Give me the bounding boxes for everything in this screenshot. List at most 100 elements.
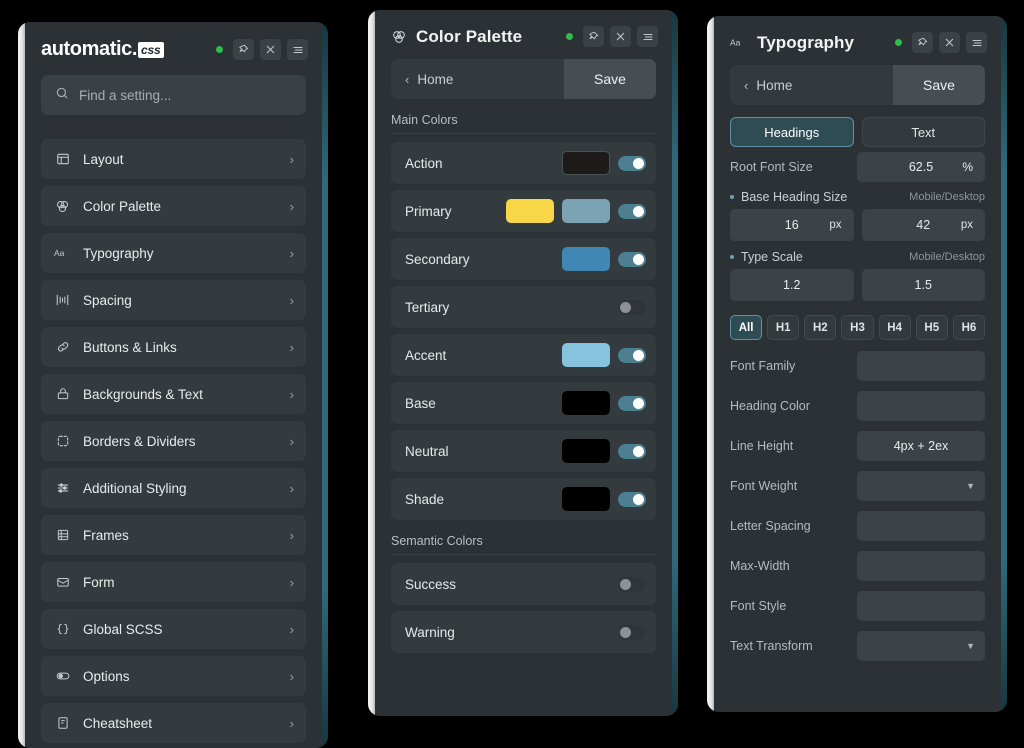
subsection-type-scale: Type Scale Mobile/Desktop bbox=[714, 247, 1001, 267]
color-toggle[interactable] bbox=[618, 251, 646, 267]
sidebar-item-additional-styling[interactable]: Additional Styling › bbox=[41, 468, 306, 508]
menu-icon[interactable] bbox=[287, 39, 308, 60]
color-row-warning[interactable]: Warning bbox=[391, 611, 656, 653]
sidebar-item-global-scss[interactable]: Global SCSS › bbox=[41, 609, 306, 649]
section-label-semantic-colors: Semantic Colors bbox=[391, 534, 483, 548]
save-button[interactable]: Save bbox=[893, 65, 985, 105]
heading-tab-h5[interactable]: H5 bbox=[915, 315, 948, 340]
tab-label: H5 bbox=[924, 321, 940, 334]
color-toggle[interactable] bbox=[618, 624, 646, 640]
chevron-right-icon: › bbox=[289, 574, 294, 590]
braces-icon bbox=[54, 622, 71, 636]
sidebar-item-label: Buttons & Links bbox=[83, 339, 177, 355]
field-label: Letter Spacing bbox=[730, 519, 811, 533]
line-height-input[interactable]: 4px + 2ex bbox=[857, 431, 985, 461]
close-icon[interactable] bbox=[610, 26, 631, 47]
sidebar-item-form[interactable]: Form › bbox=[41, 562, 306, 602]
frames-icon bbox=[54, 528, 71, 542]
color-row-accent[interactable]: Accent bbox=[391, 334, 656, 376]
field-label: Root Font Size bbox=[730, 160, 813, 174]
max-width-input[interactable] bbox=[857, 551, 985, 581]
color-row-tertiary[interactable]: Tertiary bbox=[391, 286, 656, 328]
sidebar-item-buttons-links[interactable]: Buttons & Links › bbox=[41, 327, 306, 367]
color-row-primary[interactable]: Primary bbox=[391, 190, 656, 232]
field-label: Text Transform bbox=[730, 639, 813, 653]
panel-left-edge bbox=[368, 10, 375, 716]
type-scale-desktop-input[interactable]: 1.5 bbox=[861, 269, 985, 301]
color-swatch[interactable] bbox=[562, 487, 610, 511]
search-input[interactable]: Find a setting... bbox=[41, 75, 306, 115]
heading-tab-all[interactable]: All bbox=[730, 315, 763, 340]
heading-tab-h4[interactable]: H4 bbox=[878, 315, 911, 340]
sidebar-item-label: Typography bbox=[83, 245, 154, 261]
color-toggle[interactable] bbox=[618, 347, 646, 363]
save-button[interactable]: Save bbox=[564, 59, 656, 99]
sidebar-item-label: Color Palette bbox=[83, 198, 162, 214]
letter-spacing-input[interactable] bbox=[857, 511, 985, 541]
pin-icon[interactable] bbox=[583, 26, 604, 47]
color-toggle[interactable] bbox=[618, 203, 646, 219]
color-row-base[interactable]: Base bbox=[391, 382, 656, 424]
font-weight-select[interactable]: ▼ bbox=[857, 471, 985, 501]
chevron-right-icon: › bbox=[289, 621, 294, 637]
pin-icon[interactable] bbox=[233, 39, 254, 60]
heading-tab-h1[interactable]: H1 bbox=[767, 315, 800, 340]
sidebar-item-layout[interactable]: Layout › bbox=[41, 139, 306, 179]
sidebar-item-options[interactable]: Options › bbox=[41, 656, 306, 696]
color-toggle[interactable] bbox=[618, 576, 646, 592]
pin-icon[interactable] bbox=[912, 32, 933, 53]
color-swatch[interactable] bbox=[562, 439, 610, 463]
heading-color-input[interactable] bbox=[857, 391, 985, 421]
menu-icon[interactable] bbox=[637, 26, 658, 47]
heading-tab-h2[interactable]: H2 bbox=[804, 315, 837, 340]
root-font-size-input[interactable]: 62.5 % bbox=[857, 152, 985, 182]
base-heading-size-mobile-input[interactable]: 16 px bbox=[730, 209, 854, 241]
sidebar-item-typography[interactable]: Aa Typography › bbox=[41, 233, 306, 273]
color-toggle[interactable] bbox=[618, 491, 646, 507]
sidebar-item-label: Backgrounds & Text bbox=[83, 386, 203, 402]
panel-scrollbar[interactable] bbox=[1001, 16, 1007, 712]
panel-main-menu: automatic. css Find a setting... Layout … bbox=[18, 22, 328, 748]
sidebar-item-cheatsheet[interactable]: Cheatsheet › bbox=[41, 703, 306, 743]
color-swatch-alt[interactable] bbox=[562, 199, 610, 223]
panel-scrollbar[interactable] bbox=[322, 22, 328, 748]
heading-tab-h6[interactable]: H6 bbox=[952, 315, 985, 340]
close-icon[interactable] bbox=[260, 39, 281, 60]
sidebar-item-borders-dividers[interactable]: Borders & Dividers › bbox=[41, 421, 306, 461]
color-swatch[interactable] bbox=[562, 391, 610, 415]
font-style-input[interactable] bbox=[857, 591, 985, 621]
color-swatch[interactable] bbox=[506, 199, 554, 223]
sidebar-item-frames[interactable]: Frames › bbox=[41, 515, 306, 555]
color-toggle[interactable] bbox=[618, 443, 646, 459]
sidebar-item-backgrounds-text[interactable]: Backgrounds & Text › bbox=[41, 374, 306, 414]
tab-headings[interactable]: Headings bbox=[730, 117, 854, 147]
color-row-shade[interactable]: Shade bbox=[391, 478, 656, 520]
sidebar-item-label: Additional Styling bbox=[83, 480, 187, 496]
settings-menu-list: Layout › Color Palette › Aa Typography › bbox=[25, 125, 322, 743]
heading-tab-h3[interactable]: H3 bbox=[841, 315, 874, 340]
color-row-secondary[interactable]: Secondary bbox=[391, 238, 656, 280]
color-row-action[interactable]: Action bbox=[391, 142, 656, 184]
back-home-button[interactable]: ‹ Home bbox=[391, 59, 564, 99]
text-transform-select[interactable]: ▼ bbox=[857, 631, 985, 661]
sidebar-item-color-palette[interactable]: Color Palette › bbox=[41, 186, 306, 226]
header-icon-group bbox=[566, 26, 658, 47]
base-heading-size-desktop-input[interactable]: 42 px bbox=[861, 209, 985, 241]
color-swatch[interactable] bbox=[562, 151, 610, 175]
type-scale-fields: 1.2 1.5 bbox=[714, 267, 1001, 307]
font-family-input[interactable] bbox=[857, 351, 985, 381]
tab-text[interactable]: Text bbox=[861, 117, 985, 147]
color-toggle[interactable] bbox=[618, 395, 646, 411]
color-swatch[interactable] bbox=[562, 247, 610, 271]
color-row-neutral[interactable]: Neutral bbox=[391, 430, 656, 472]
color-toggle[interactable] bbox=[618, 299, 646, 315]
type-scale-mobile-input[interactable]: 1.2 bbox=[730, 269, 854, 301]
color-row-success[interactable]: Success bbox=[391, 563, 656, 605]
color-toggle[interactable] bbox=[618, 155, 646, 171]
close-icon[interactable] bbox=[939, 32, 960, 53]
panel-scrollbar[interactable] bbox=[672, 10, 678, 716]
color-swatch[interactable] bbox=[562, 343, 610, 367]
sidebar-item-spacing[interactable]: Spacing › bbox=[41, 280, 306, 320]
back-home-button[interactable]: ‹ Home bbox=[730, 65, 893, 105]
menu-icon[interactable] bbox=[966, 32, 987, 53]
